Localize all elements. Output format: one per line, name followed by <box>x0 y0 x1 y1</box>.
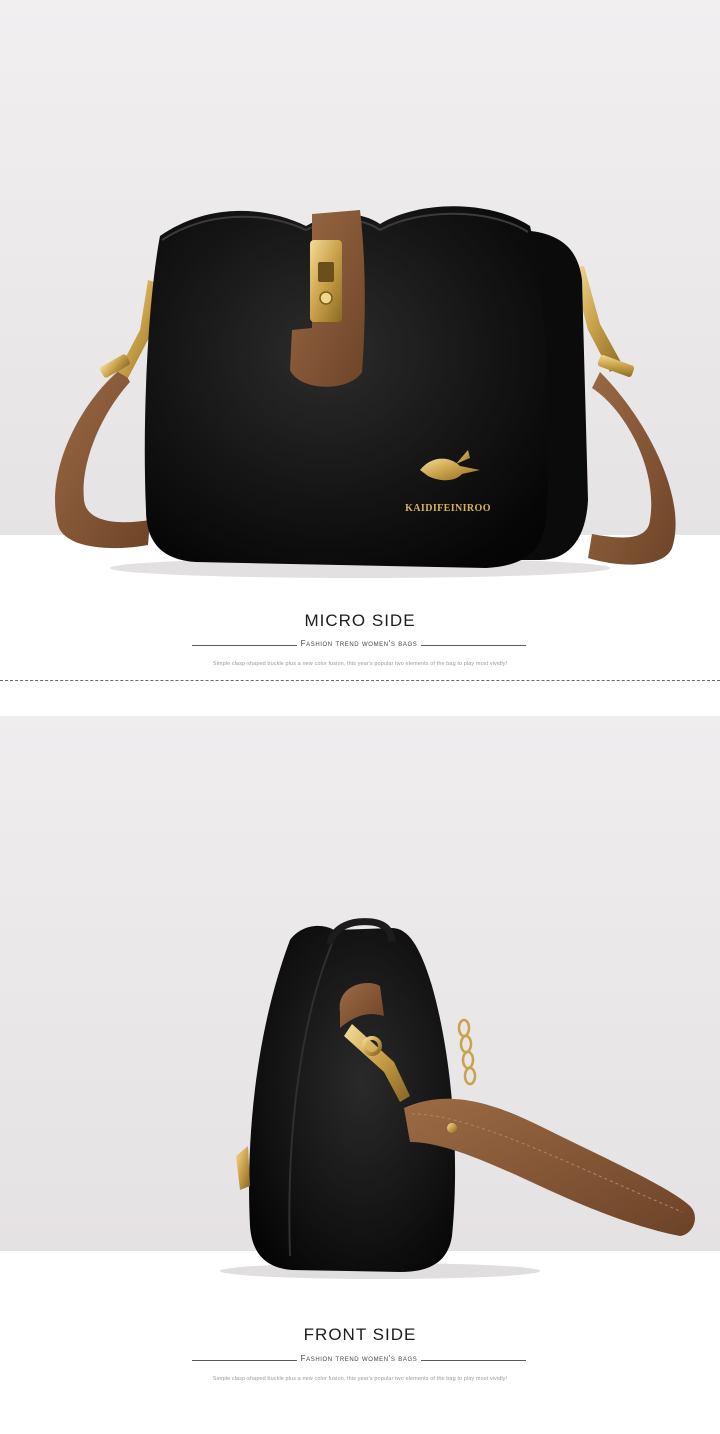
section-title-text: FRONT SIDE <box>303 1325 417 1344</box>
right-strap <box>588 372 676 565</box>
section-title: MICRO SIDE <box>0 611 720 631</box>
section-subtitle: Fashion trend women's bags <box>296 1354 422 1363</box>
section-description: Simple clasp-shaped buckle plus a new co… <box>212 1376 508 1382</box>
section-subtitle: Fashion trend women's bags <box>296 639 422 648</box>
handbag-photo-angled: KAIDIFEINIROO <box>55 206 676 578</box>
kangaroo-logo-icon <box>236 1146 250 1190</box>
chain-detail <box>457 1018 477 1086</box>
section-title: FRONT SIDE <box>0 1325 720 1345</box>
section-subtitle-row: Fashion trend women's bags <box>192 1354 526 1366</box>
spacer <box>0 681 720 716</box>
section-title-text: MICRO SIDE <box>304 611 416 630</box>
micro-side-panel: KAIDIFEINIROO MICRO SIDE Fashion trend w… <box>0 0 720 680</box>
left-strap <box>55 368 150 549</box>
bag-body-side <box>249 925 456 1272</box>
brand-logo-text: KAIDIFEINIROO <box>405 503 491 514</box>
section-subtitle-row: Fashion trend women's bags <box>192 639 526 651</box>
front-side-panel: FRONT SIDE Fashion trend women's bags Si… <box>0 716 720 1434</box>
section-description: Simple clasp-shaped buckle plus a new co… <box>212 661 508 667</box>
